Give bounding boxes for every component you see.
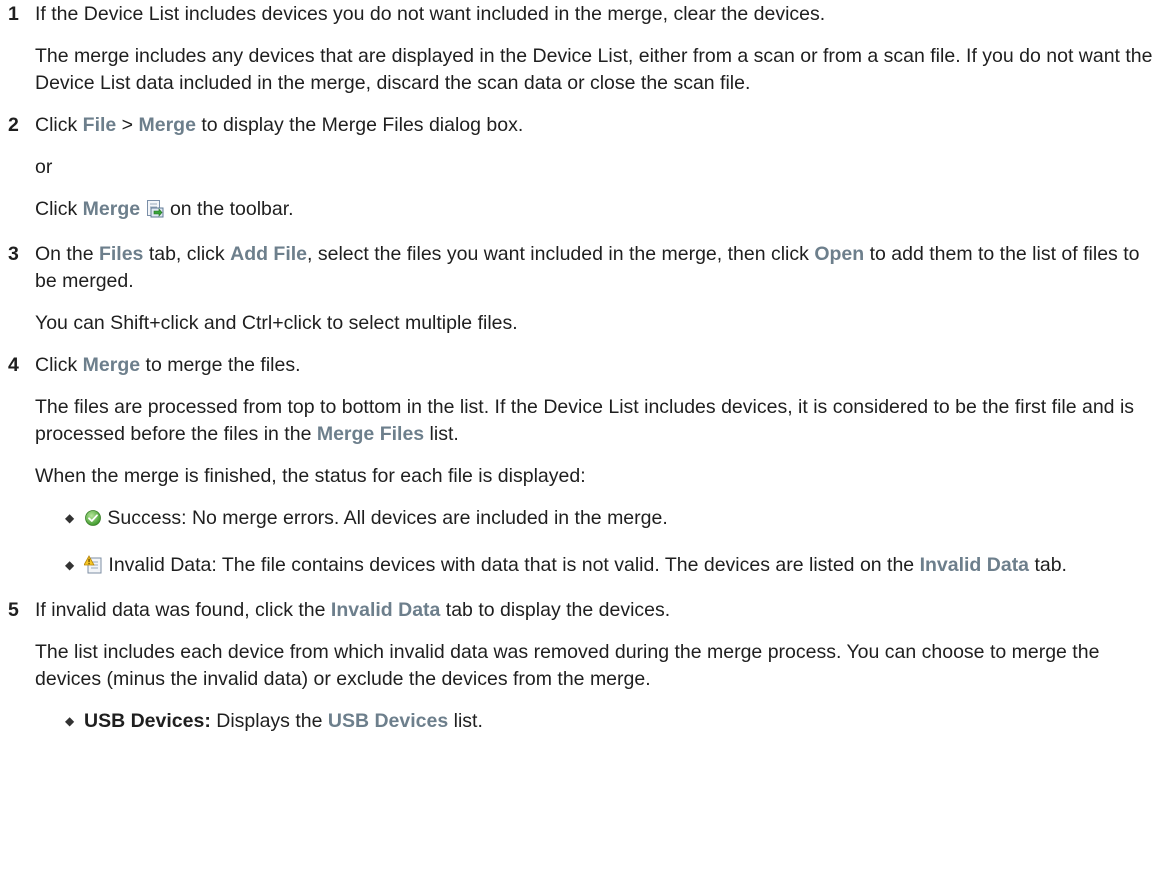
invalid-data-tab-ref: Invalid Data — [330, 599, 441, 621]
step-2-or: or — [35, 156, 53, 178]
step-4-status-intro: When the merge is finished, the status f… — [35, 465, 586, 487]
step-3: 3 On the Files tab, click Add File, sele… — [0, 241, 1163, 337]
step-4: 4 Click Merge to merge the files. The fi… — [0, 352, 1163, 582]
step-5: 5 If invalid data was found, click the I… — [0, 597, 1163, 735]
merge-menu-ref: Merge — [138, 114, 196, 136]
merge-button-ref: Merge — [82, 198, 141, 220]
file-menu-ref: File — [82, 114, 117, 136]
step-4-detail: The files are processed from top to bott… — [35, 396, 1135, 445]
step-3-detail: You can Shift+click and Ctrl+click to se… — [35, 312, 518, 334]
invalid-data-warning-icon — [83, 555, 103, 582]
list-item: ◆ USB Devices: Displays the USB Devices … — [65, 708, 1163, 735]
merge-ref: Merge — [82, 354, 141, 376]
step-number: 2 — [8, 114, 19, 136]
status-list: ◆ Success: No merge errors. All devices … — [35, 505, 1163, 582]
step-2-instruction: Click File > Merge to display the Merge … — [35, 114, 524, 136]
diamond-bullet-icon: ◆ — [65, 558, 75, 572]
merge-toolbar-icon — [146, 199, 165, 226]
diamond-bullet-icon: ◆ — [65, 511, 75, 525]
step-1-detail: The merge includes any devices that are … — [35, 45, 1153, 94]
step-5-detail: The list includes each device from which… — [35, 641, 1100, 690]
files-tab-ref: Files — [98, 243, 144, 265]
step-number: 4 — [8, 354, 19, 376]
add-file-ref: Add File — [230, 243, 308, 265]
merge-files-ref: Merge Files — [316, 423, 425, 445]
step-number: 3 — [8, 243, 19, 265]
list-item: ◆ Invalid Data: The file contains device… — [65, 552, 1163, 582]
step-1: 1 If the Device List includes devices yo… — [0, 1, 1163, 97]
step-number: 5 — [8, 599, 19, 621]
step-2: 2 Click File > Merge to display the Merg… — [0, 112, 1163, 226]
usb-devices-ref: USB Devices — [327, 710, 449, 732]
document-body: 1 If the Device List includes devices yo… — [0, 0, 1163, 735]
usb-devices-label: USB Devices: — [84, 710, 211, 732]
step-5-instruction: If invalid data was found, click the Inv… — [35, 599, 671, 621]
tab-list: ◆ USB Devices: Displays the USB Devices … — [35, 708, 1163, 735]
step-4-instruction: Click Merge to merge the files. — [35, 354, 301, 376]
open-ref: Open — [814, 243, 865, 265]
diamond-bullet-icon: ◆ — [65, 714, 75, 728]
step-number: 1 — [8, 3, 19, 25]
step-2-alt: Click Merge on the toolbar. — [35, 196, 1163, 226]
step-3-instruction: On the Files tab, click Add File, select… — [35, 243, 1140, 292]
invalid-data-tab-ref: Invalid Data — [919, 554, 1030, 576]
success-check-icon — [84, 508, 102, 535]
list-item: ◆ Success: No merge errors. All devices … — [65, 505, 1163, 535]
step-1-instruction: If the Device List includes devices you … — [35, 3, 826, 25]
